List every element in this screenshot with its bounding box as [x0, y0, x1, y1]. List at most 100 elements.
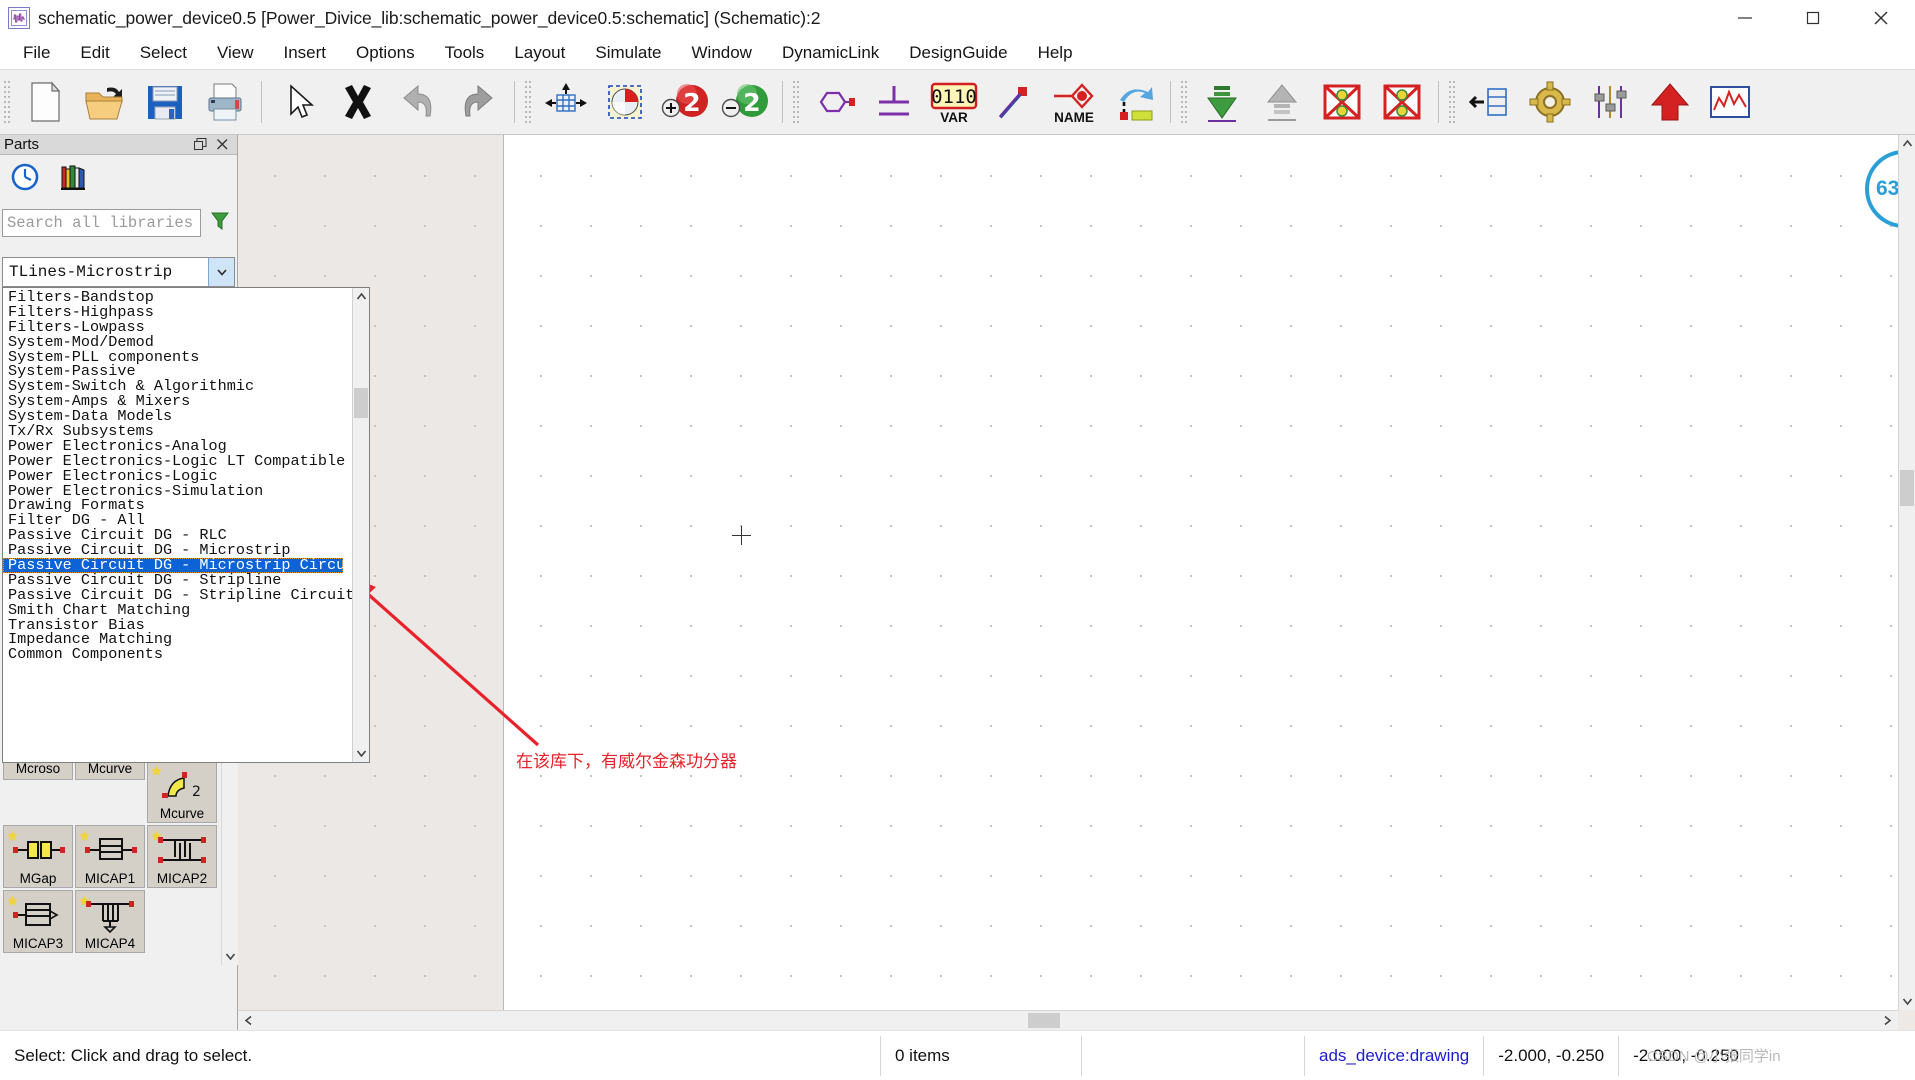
menu-window[interactable]: Window — [677, 40, 767, 66]
canvas-hscroll-thumb[interactable] — [1028, 1013, 1060, 1028]
palette-item[interactable]: MICAP2 — [147, 825, 217, 888]
palette-item[interactable]: 2 Mcurve — [147, 760, 217, 823]
close-panel-icon[interactable] — [216, 138, 229, 151]
deactivate-all-icon[interactable] — [1372, 73, 1432, 131]
status-coordinates: -2.000, -0.250 — [1498, 1045, 1605, 1065]
toolbar-separator — [1438, 81, 1439, 123]
insert-wire-name-icon[interactable]: NAME — [1044, 73, 1104, 131]
canvas-scroll-right-icon[interactable] — [1879, 1012, 1896, 1029]
palette-item[interactable]: Mcroso — [3, 760, 73, 780]
insert-ground-icon[interactable] — [864, 73, 924, 131]
palette-item[interactable]: MGap — [3, 825, 73, 888]
display-results-icon[interactable] — [1700, 73, 1760, 131]
library-dropdown-list[interactable]: Filters-Bandstop Filters-Highpass Filter… — [2, 287, 370, 763]
toolbar-grip[interactable] — [1180, 80, 1189, 124]
menu-edit[interactable]: Edit — [65, 40, 124, 66]
palette-item-label: Mcurve — [87, 761, 133, 776]
push-into-hierarchy-icon[interactable] — [1104, 73, 1164, 131]
crosshair-cursor-icon — [732, 526, 751, 545]
search-input[interactable] — [2, 209, 201, 237]
toolbar-grip[interactable] — [524, 80, 533, 124]
simulation-settings-icon[interactable] — [1520, 73, 1580, 131]
status-message: Select: Click and drag to select. — [14, 1045, 253, 1065]
palette-item[interactable]: MICAP3 — [3, 890, 73, 953]
zoom-area-icon[interactable] — [596, 73, 656, 131]
menu-view[interactable]: View — [202, 40, 269, 66]
palette-scroll-down-icon[interactable] — [222, 947, 238, 965]
parts-panel-title: Parts — [4, 136, 40, 153]
menu-simulate[interactable]: Simulate — [580, 40, 676, 66]
print-icon[interactable] — [195, 73, 255, 131]
simulate-run-icon[interactable] — [1640, 73, 1700, 131]
menu-file[interactable]: File — [8, 40, 65, 66]
menu-select[interactable]: Select — [125, 40, 202, 66]
palette-scrollbar[interactable] — [221, 760, 238, 965]
scroll-up-icon[interactable] — [353, 288, 369, 305]
menu-insert[interactable]: Insert — [269, 40, 342, 66]
palette-item-label: MGap — [19, 871, 57, 886]
deactivate-component-icon[interactable] — [1312, 73, 1372, 131]
canvas-vscroll-thumb[interactable] — [1900, 470, 1914, 506]
menu-tools[interactable]: Tools — [430, 40, 500, 66]
delete-x-icon[interactable] — [328, 73, 388, 131]
micap2-symbol — [148, 830, 218, 870]
library-combo[interactable]: TLines-Microstrip — [2, 257, 235, 287]
canvas-scroll-left-icon[interactable] — [240, 1012, 257, 1029]
palette-item[interactable]: MICAP1 — [75, 825, 145, 888]
toolbar-grip[interactable] — [1448, 80, 1457, 124]
schematic-canvas[interactable]: 63% 在该库下，有威尔金森功分器 — [238, 135, 1915, 1030]
menu-dynamiclink[interactable]: DynamicLink — [767, 40, 894, 66]
canvas-vertical-scrollbar[interactable] — [1898, 135, 1915, 1010]
pop-out-icon[interactable] — [1252, 73, 1312, 131]
toolbar-separator — [1170, 81, 1171, 123]
canvas-horizontal-scrollbar[interactable] — [238, 1010, 1898, 1030]
scroll-down-icon[interactable] — [353, 745, 369, 762]
schematic-window-icon — [8, 7, 30, 29]
menu-layout[interactable]: Layout — [499, 40, 580, 66]
maximize-button[interactable] — [1779, 0, 1847, 36]
tune-parameters-icon[interactable] — [1460, 73, 1520, 131]
menu-designguide[interactable]: DesignGuide — [894, 40, 1022, 66]
library-option[interactable]: Common Components — [3, 647, 352, 662]
palette-item[interactable]: Mcurve — [75, 760, 145, 780]
canvas-scroll-down-icon[interactable] — [1899, 993, 1915, 1010]
insert-wire-icon[interactable] — [984, 73, 1044, 131]
zoom-in-icon[interactable]: 2 — [656, 73, 716, 131]
micap1-symbol — [76, 830, 146, 870]
scrollbar-thumb[interactable] — [354, 388, 368, 418]
minimize-button[interactable] — [1711, 0, 1779, 36]
menu-options[interactable]: Options — [341, 40, 430, 66]
toolbar-grip[interactable] — [3, 80, 12, 124]
library-books-icon[interactable] — [58, 162, 88, 197]
insert-port-icon[interactable] — [804, 73, 864, 131]
tuning-sliders-icon[interactable] — [1580, 73, 1640, 131]
search-row — [0, 203, 237, 243]
select-arrow-icon[interactable] — [268, 73, 328, 131]
palette-item[interactable]: MICAP4 — [75, 890, 145, 953]
menu-help[interactable]: Help — [1023, 40, 1088, 66]
chevron-down-icon[interactable] — [208, 258, 234, 286]
clock-history-icon[interactable] — [10, 162, 40, 197]
window-title-bar: schematic_power_device0.5 [Power_Divice_… — [0, 0, 1915, 36]
library-dropdown-scrollbar[interactable] — [352, 288, 369, 762]
canvas-scroll-up-icon[interactable] — [1899, 135, 1915, 152]
parts-panel: Parts Search all libraries TLines-Micros… — [0, 135, 370, 1030]
toolbar-grip[interactable] — [792, 80, 801, 124]
insert-subnetwork-icon[interactable] — [1192, 73, 1252, 131]
undo-icon[interactable] — [388, 73, 448, 131]
zoom-out-icon[interactable]: 2 — [716, 73, 776, 131]
insert-var-icon[interactable]: 0110 VAR — [924, 73, 984, 131]
funnel-filter-icon[interactable] — [209, 210, 231, 237]
chinese-annotation-text: 在该库下，有威尔金森功分器 — [516, 752, 737, 772]
undock-panel-icon[interactable] — [194, 138, 207, 151]
schematic-sheet[interactable] — [503, 135, 1898, 1010]
save-disk-icon[interactable] — [135, 73, 195, 131]
open-folder-icon[interactable] — [75, 73, 135, 131]
window-title: schematic_power_device0.5 [Power_Divice_… — [38, 7, 821, 28]
view-all-icon[interactable] — [536, 73, 596, 131]
redo-icon[interactable] — [448, 73, 508, 131]
status-layer-link[interactable]: ads_device:drawing — [1305, 1035, 1483, 1077]
close-button[interactable] — [1847, 0, 1915, 36]
new-document-icon[interactable] — [15, 73, 75, 131]
toolbar-separator — [514, 81, 515, 123]
